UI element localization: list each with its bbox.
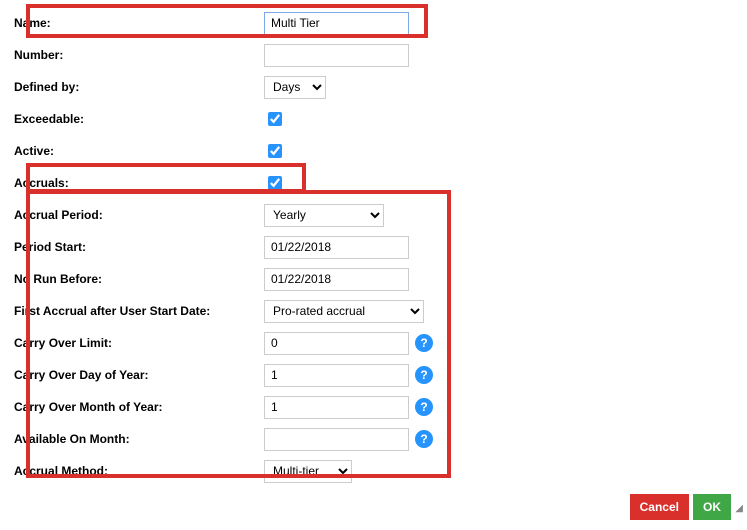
row-accrual-period: Accrual Period: Yearly <box>14 200 733 230</box>
carry-over-month-input[interactable] <box>264 396 409 419</box>
available-month-input[interactable] <box>264 428 409 451</box>
label-exceedable: Exceedable: <box>14 108 264 130</box>
cancel-button[interactable]: Cancel <box>630 494 689 520</box>
label-available-month: Available On Month: <box>14 428 264 450</box>
no-run-before-input[interactable] <box>264 268 409 291</box>
accrual-period-select[interactable]: Yearly <box>264 204 384 227</box>
row-active: Active: <box>14 136 733 166</box>
row-no-run-before: No Run Before: <box>14 264 733 294</box>
label-no-run-before: No Run Before: <box>14 268 264 290</box>
label-name: Name: <box>14 12 264 34</box>
row-carry-over-day: Carry Over Day of Year: ? <box>14 360 733 390</box>
label-accruals: Accruals: <box>14 172 264 194</box>
label-active: Active: <box>14 140 264 162</box>
exceedable-checkbox[interactable] <box>268 112 282 126</box>
accruals-checkbox[interactable] <box>268 176 282 190</box>
help-icon[interactable]: ? <box>415 366 433 384</box>
help-icon[interactable]: ? <box>415 334 433 352</box>
form: Name: Number: Defined by: Days Exceedabl… <box>14 8 733 486</box>
help-icon[interactable]: ? <box>415 398 433 416</box>
row-defined-by: Defined by: Days <box>14 72 733 102</box>
ok-button[interactable]: OK <box>693 494 731 520</box>
row-carry-over-limit: Carry Over Limit: ? <box>14 328 733 358</box>
row-accruals: Accruals: <box>14 168 733 198</box>
label-carry-over-limit: Carry Over Limit: <box>14 332 264 354</box>
row-exceedable: Exceedable: <box>14 104 733 134</box>
carry-over-day-input[interactable] <box>264 364 409 387</box>
label-first-accrual: First Accrual after User Start Date: <box>14 300 264 322</box>
row-accrual-method: Accrual Method: Multi-tier <box>14 456 733 486</box>
help-icon[interactable]: ? <box>415 430 433 448</box>
first-accrual-select[interactable]: Pro-rated accrual <box>264 300 424 323</box>
row-available-month: Available On Month: ? <box>14 424 733 454</box>
dialog-footer: Cancel OK <box>14 488 733 522</box>
row-name: Name: <box>14 8 733 38</box>
label-accrual-method: Accrual Method: <box>14 460 264 482</box>
row-period-start: Period Start: <box>14 232 733 262</box>
label-number: Number: <box>14 44 264 66</box>
label-carry-over-day: Carry Over Day of Year: <box>14 364 264 386</box>
row-carry-over-month: Carry Over Month of Year: ? <box>14 392 733 422</box>
row-first-accrual: First Accrual after User Start Date: Pro… <box>14 296 733 326</box>
name-input[interactable] <box>264 12 409 35</box>
label-defined-by: Defined by: <box>14 76 264 98</box>
period-start-input[interactable] <box>264 236 409 259</box>
number-input[interactable] <box>264 44 409 67</box>
label-accrual-period: Accrual Period: <box>14 204 264 226</box>
label-carry-over-month: Carry Over Month of Year: <box>14 396 264 418</box>
accrual-method-select[interactable]: Multi-tier <box>264 460 352 483</box>
carry-over-limit-input[interactable] <box>264 332 409 355</box>
defined-by-select[interactable]: Days <box>264 76 326 99</box>
label-period-start: Period Start: <box>14 236 264 258</box>
row-number: Number: <box>14 40 733 70</box>
resize-grip-icon: ◢ <box>735 503 743 514</box>
active-checkbox[interactable] <box>268 144 282 158</box>
